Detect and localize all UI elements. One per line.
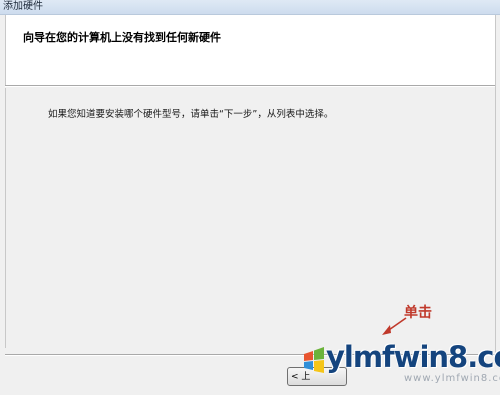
- windows-logo-icon: [304, 347, 324, 373]
- wizard-header-panel: 向导在您的计算机上没有找到任何新硬件: [5, 15, 496, 85]
- window-title: 添加硬件: [3, 1, 43, 12]
- wizard-header-title: 向导在您的计算机上没有找到任何新硬件: [23, 31, 221, 44]
- add-hardware-wizard-window: 添加硬件 向导在您的计算机上没有找到任何新硬件 如果您知道要安装哪个硬件型号，请…: [0, 0, 500, 395]
- title-bar[interactable]: 添加硬件: [0, 0, 500, 15]
- content-border-left: [5, 88, 6, 348]
- content-border-right: [495, 15, 496, 355]
- watermark-subtext: www.ylmfwin8.com: [404, 373, 500, 384]
- header-divider: [5, 85, 496, 87]
- watermark-text: ylmfwin8.com: [326, 340, 500, 374]
- wizard-instruction-text: 如果您知道要安装哪个硬件型号，请单击“下一步”，从列表中选择。: [48, 109, 334, 120]
- site-watermark: ylmfwin8.com www.ylmfwin8.com: [300, 332, 500, 392]
